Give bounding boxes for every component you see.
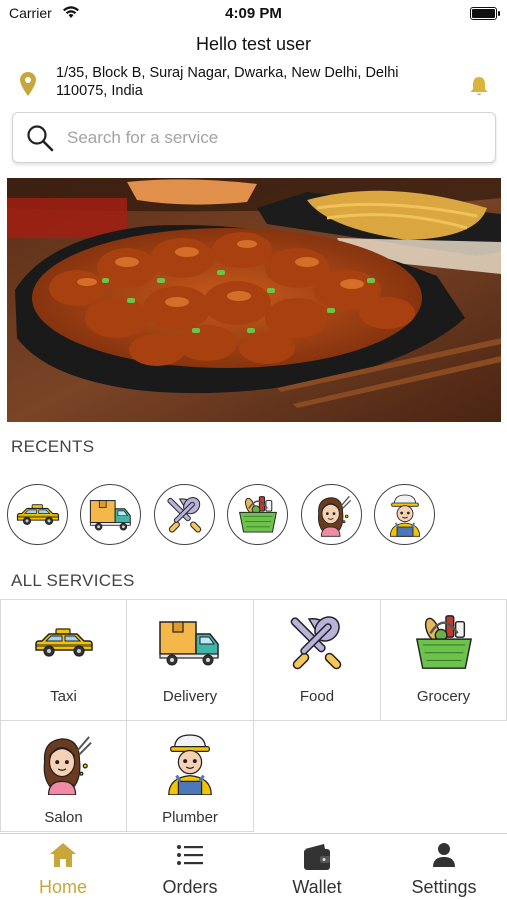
recent-grocery[interactable] <box>227 484 288 545</box>
wallet-icon <box>254 842 380 872</box>
taxi-icon <box>34 627 94 659</box>
tab-wallet[interactable]: Wallet <box>254 834 380 900</box>
recent-food[interactable] <box>154 484 215 545</box>
status-bar: Carrier 4:09 PM <box>0 0 507 28</box>
food-banner[interactable] <box>7 178 501 422</box>
home-icon <box>0 842 126 868</box>
tab-label: Home <box>38 877 87 897</box>
taxi-icon <box>16 503 60 527</box>
tab-home[interactable]: Home <box>0 834 126 900</box>
battery-icon <box>470 7 500 20</box>
service-label: Grocery <box>416 688 471 705</box>
status-time: 4:09 PM <box>225 5 282 22</box>
service-label: Delivery <box>162 688 218 705</box>
person-icon <box>381 842 507 868</box>
home-screen: Carrier 4:09 PM Hello test user 1/35, Bl… <box>0 0 507 900</box>
service-taxi[interactable]: Taxi <box>0 599 127 721</box>
grocery-basket-icon <box>413 612 475 674</box>
recent-delivery[interactable] <box>80 484 141 545</box>
tab-label: Settings <box>411 877 477 897</box>
service-label: Taxi <box>50 688 77 705</box>
plumber-icon <box>385 493 425 537</box>
delivery-address[interactable]: 1/35, Block B, Suraj Nagar, Dwarka, New … <box>56 64 461 100</box>
salon-icon <box>312 493 352 537</box>
list-icon <box>127 842 253 868</box>
greeting-title: Hello test user <box>195 34 312 54</box>
tab-label: Orders <box>162 877 218 897</box>
tab-label: Wallet <box>292 877 342 897</box>
service-label: Plumber <box>162 809 218 826</box>
delivery-truck-icon <box>89 499 133 531</box>
service-label: Food <box>299 688 335 705</box>
service-salon[interactable]: Salon <box>0 721 127 832</box>
recents-title: RECENTS <box>11 437 95 456</box>
search-icon <box>26 124 54 157</box>
all-services-title: ALL SERVICES <box>11 571 135 590</box>
food-banner-image <box>7 178 501 422</box>
recent-salon[interactable] <box>301 484 362 545</box>
service-label: Salon <box>44 809 83 826</box>
location-pin-icon[interactable] <box>20 72 36 101</box>
recent-plumber[interactable] <box>374 484 435 545</box>
recent-taxi[interactable] <box>7 484 68 545</box>
food-utensils-icon <box>165 495 205 535</box>
address-line-2: 110075, India <box>56 83 143 99</box>
bottom-tab-bar: Home Orders Wallet Settings <box>0 833 507 900</box>
search-bar[interactable] <box>12 112 496 163</box>
service-delivery[interactable]: Delivery <box>127 599 254 721</box>
grocery-basket-icon <box>237 494 279 536</box>
service-plumber[interactable]: Plumber <box>127 721 254 832</box>
service-food[interactable]: Food <box>254 599 381 721</box>
tab-orders[interactable]: Orders <box>127 834 253 900</box>
delivery-truck-icon <box>158 620 222 666</box>
services-grid: Taxi Delivery Food Grocery Salon Plumber <box>0 599 507 832</box>
search-input[interactable] <box>67 123 487 153</box>
plumber-icon <box>161 733 219 795</box>
address-line-1: 1/35, Block B, Suraj Nagar, Dwarka, New … <box>56 65 399 81</box>
service-grocery[interactable]: Grocery <box>381 599 507 721</box>
food-utensils-icon <box>287 613 347 673</box>
bell-icon[interactable] <box>469 76 489 102</box>
tab-settings[interactable]: Settings <box>381 834 507 900</box>
salon-icon <box>35 733 93 795</box>
